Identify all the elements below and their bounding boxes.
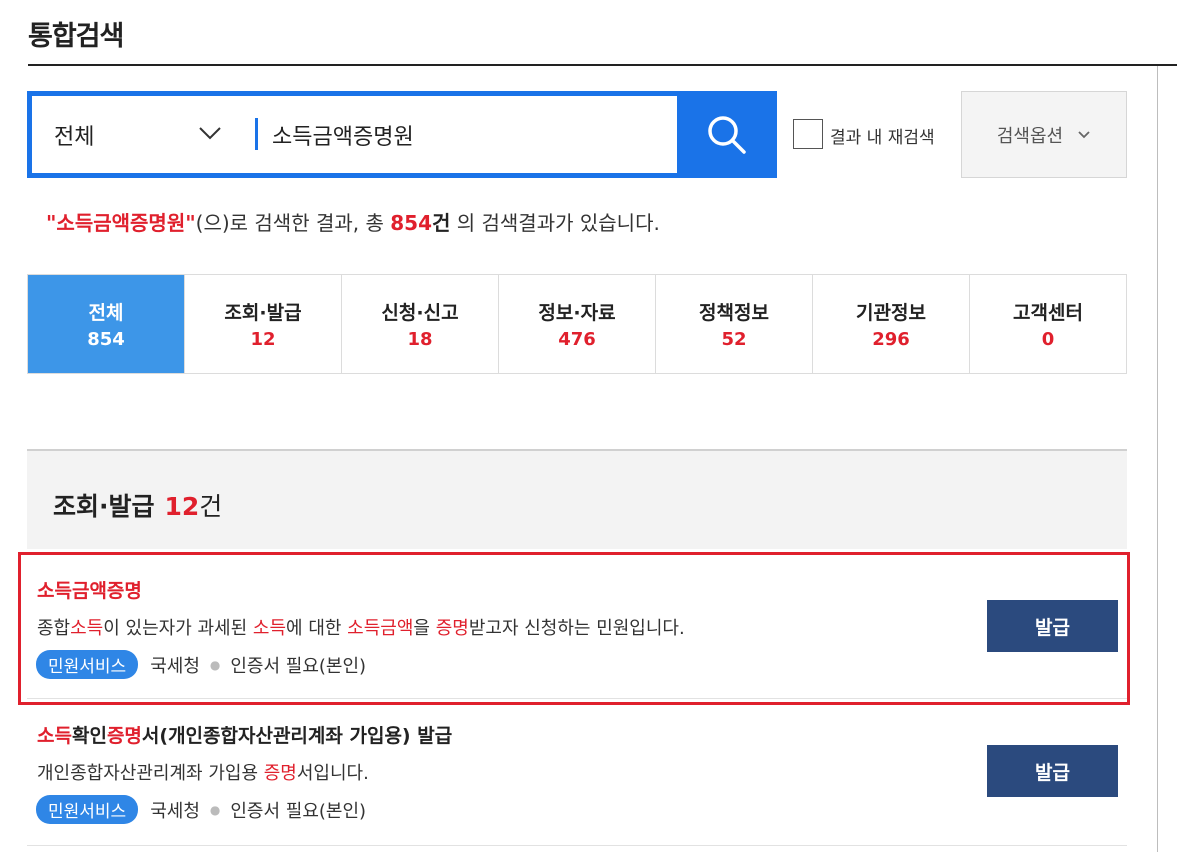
agency-label: 국세청	[150, 800, 200, 822]
right-divider	[1157, 66, 1158, 852]
tab-count: 296	[872, 329, 910, 350]
search-options-button[interactable]: 검색옵션	[961, 91, 1127, 178]
search-input[interactable]	[272, 96, 672, 173]
search-scope-select[interactable]: 전체	[32, 96, 252, 173]
section-count: 12	[164, 492, 200, 521]
tab-label: 전체	[88, 302, 124, 324]
service-badge: 민원서비스	[36, 650, 139, 679]
tab-customer-center[interactable]: 고객센터 0	[970, 275, 1126, 373]
summary-text: (으)로 검색한 결과, 총	[195, 211, 391, 235]
cert-label: 인증서 필요(본인)	[230, 800, 367, 822]
service-badge: 민원서비스	[36, 795, 139, 824]
tab-label: 고객센터	[1013, 302, 1083, 324]
result-title[interactable]: 소득확인증명서(개인종합자산관리계좌 가입용) 발급	[37, 721, 452, 748]
search-options-label: 검색옵션	[996, 125, 1064, 147]
issue-button[interactable]: 발급	[987, 600, 1118, 652]
tab-count: 52	[721, 329, 747, 350]
chevron-down-icon	[199, 127, 221, 140]
search-summary: "소득금액증명원"(으)로 검색한 결과, 총 854건 의 검색결과가 있습니…	[46, 207, 660, 236]
title-divider	[28, 64, 1177, 66]
result-title-text: 소득금액증명	[37, 580, 142, 602]
tab-label: 신청·신고	[381, 302, 459, 324]
category-tabs: 전체 854 조회·발급 12 신청·신고 18 정보·자료 476 정책정보 …	[27, 274, 1127, 374]
tab-info-data[interactable]: 정보·자료 476	[499, 275, 656, 373]
result-item: 소득금액증명 종합소득이 있는자가 과세된 소득에 대한 소득금액을 증명받고자…	[27, 549, 1127, 699]
tab-apply-report[interactable]: 신청·신고 18	[342, 275, 499, 373]
separator-dot: ●	[209, 802, 221, 817]
issue-button[interactable]: 발급	[987, 745, 1118, 797]
section-title: 조회·발급 12건	[53, 487, 222, 523]
tab-count: 18	[407, 329, 433, 350]
tab-label: 기관정보	[856, 302, 926, 324]
tab-label: 조회·발급	[224, 302, 302, 324]
tab-count: 854	[87, 329, 125, 350]
result-description: 개인종합자산관리계좌 가입용 증명서입니다.	[37, 763, 369, 784]
summary-unit: 건	[431, 211, 451, 235]
tab-policy-info[interactable]: 정책정보 52	[656, 275, 813, 373]
tab-agency-info[interactable]: 기관정보 296	[813, 275, 970, 373]
search-bar: 전체	[27, 91, 777, 178]
research-label: 결과 내 재검색	[830, 128, 935, 148]
tab-count: 0	[1041, 329, 1055, 350]
chevron-down-icon	[1078, 130, 1090, 138]
result-title[interactable]: 소득금액증명	[37, 576, 142, 603]
summary-query: "소득금액증명원"	[46, 211, 196, 235]
tab-count: 12	[250, 329, 276, 350]
agency-label: 국세청	[150, 655, 200, 677]
section-unit: 건	[199, 492, 223, 521]
summary-count: 854	[390, 211, 432, 235]
result-item: 소득확인증명서(개인종합자산관리계좌 가입용) 발급 개인종합자산관리계좌 가입…	[27, 706, 1127, 846]
search-button[interactable]	[677, 91, 777, 178]
search-icon	[708, 115, 746, 154]
tab-lookup-issue[interactable]: 조회·발급 12	[185, 275, 342, 373]
search-scope-label: 전체	[54, 124, 95, 150]
section-title-text: 조회·발급	[53, 492, 155, 521]
tab-all[interactable]: 전체 854	[28, 275, 185, 373]
tab-count: 476	[558, 329, 596, 350]
cert-label: 인증서 필요(본인)	[230, 655, 367, 677]
page-title: 통합검색	[28, 21, 124, 52]
result-meta: 민원서비스 국세청 ● 인증서 필요(본인)	[36, 795, 366, 824]
tab-label: 정보·자료	[538, 302, 616, 324]
section-header: 조회·발급 12건	[27, 449, 1127, 549]
summary-text-end: 의 검색결과가 있습니다.	[450, 211, 660, 235]
separator-dot: ●	[209, 657, 221, 672]
result-description: 종합소득이 있는자가 과세된 소득에 대한 소득금액을 증명받고자 신청하는 민…	[37, 618, 685, 639]
query-divider	[255, 118, 258, 150]
tab-label: 정책정보	[699, 302, 769, 324]
research-checkbox[interactable]	[793, 119, 823, 149]
result-meta: 민원서비스 국세청 ● 인증서 필요(본인)	[36, 650, 366, 679]
